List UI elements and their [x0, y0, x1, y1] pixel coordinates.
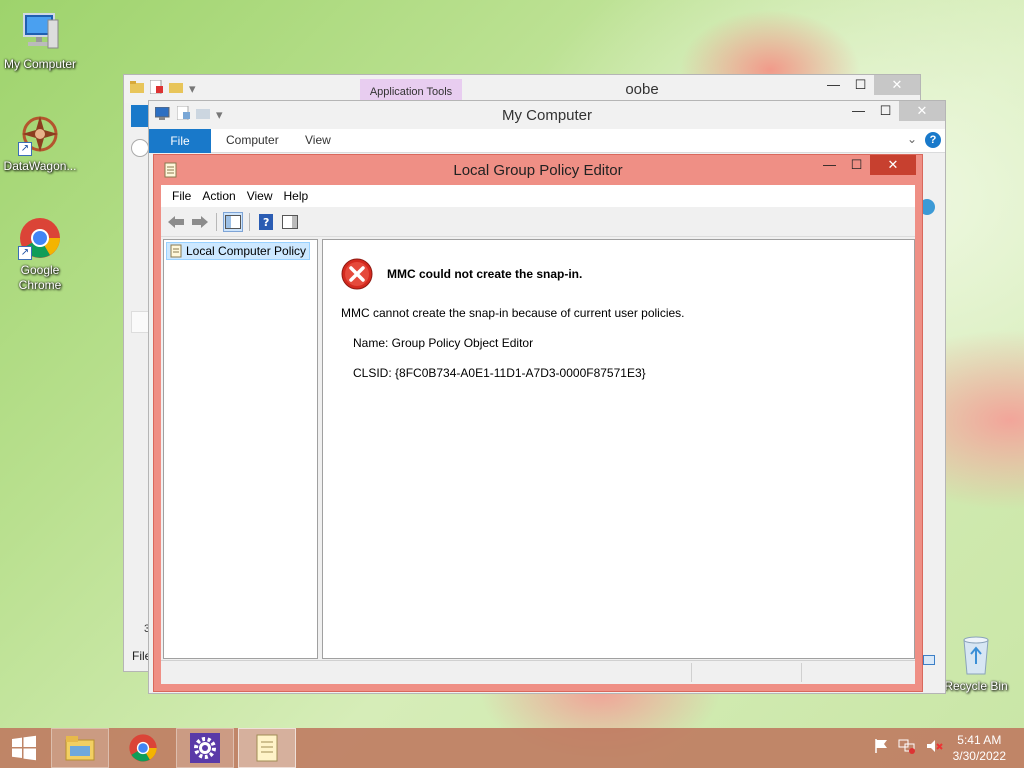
- tab-view[interactable]: View: [305, 133, 331, 147]
- maximize-button[interactable]: ☐: [872, 101, 899, 121]
- toolbar-separator: [216, 212, 217, 231]
- close-button[interactable]: ✕: [870, 155, 916, 175]
- back-arrow-icon[interactable]: [166, 212, 186, 232]
- window-controls: — ☐ ✕: [820, 75, 920, 96]
- window-title: oobe: [625, 81, 659, 98]
- error-name-line: Name: Group Policy Object Editor: [353, 336, 534, 350]
- status-divider: [691, 663, 692, 682]
- menu-action[interactable]: Action: [202, 189, 235, 203]
- clock-date: 3/30/2022: [952, 749, 1006, 763]
- tab-file[interactable]: File: [149, 129, 211, 153]
- details-view-icon[interactable]: [923, 655, 935, 665]
- tree-item-local-computer-policy[interactable]: Local Computer Policy: [166, 242, 311, 260]
- desktop-icon-label: Google Chrome: [18, 263, 62, 292]
- show-hide-console-tree-icon[interactable]: [223, 211, 243, 232]
- gear-icon: [190, 733, 220, 763]
- desktop-icon-my-computer[interactable]: My Computer: [0, 10, 80, 72]
- desktop-icon-label: Recycle Bin: [944, 679, 1008, 693]
- menu-view[interactable]: View: [247, 189, 273, 203]
- close-button[interactable]: ✕: [874, 75, 920, 95]
- toolbar: ?: [161, 207, 915, 237]
- desktop-icon-label: DataWagon...: [3, 159, 77, 173]
- menu-bar: File Action View Help: [161, 185, 915, 207]
- taskbar-settings[interactable]: [176, 728, 234, 768]
- ribbon-tabs: File Computer View ⌄ ?: [149, 129, 945, 153]
- forward-arrow-icon[interactable]: [190, 212, 210, 232]
- computer-icon: [18, 10, 62, 54]
- desktop-icon-datawagon[interactable]: ↗ DataWagon...: [0, 112, 80, 174]
- window-controls: — ☐ ✕: [816, 155, 916, 175]
- help-icon[interactable]: ?: [925, 132, 941, 148]
- result-pane: MMC could not create the snap-in. MMC ca…: [322, 239, 915, 659]
- window-controls: — ☐ ✕: [845, 101, 945, 122]
- windows-logo-icon: [12, 735, 36, 761]
- console-tree[interactable]: Local Computer Policy: [163, 239, 318, 659]
- maximize-button[interactable]: ☐: [843, 155, 870, 175]
- window-title: Local Group Policy Editor: [453, 162, 623, 179]
- file-explorer-icon: [65, 736, 95, 761]
- policy-doc-icon: [170, 244, 182, 258]
- system-tray: [874, 738, 944, 757]
- tab-computer[interactable]: Computer: [226, 133, 279, 147]
- start-button[interactable]: [0, 728, 48, 768]
- minimize-button[interactable]: —: [820, 75, 847, 95]
- help-book-icon[interactable]: ?: [256, 212, 276, 232]
- group-policy-editor-window[interactable]: Local Group Policy Editor — ☐ ✕ File Act…: [153, 154, 923, 692]
- tree-item-label: Local Computer Policy: [186, 244, 307, 258]
- volume-muted-icon[interactable]: [926, 738, 944, 757]
- policy-doc-icon: [256, 734, 278, 762]
- minimize-button[interactable]: —: [845, 101, 872, 121]
- window-title: My Computer: [501, 107, 593, 124]
- chrome-icon: ↗: [18, 216, 62, 260]
- clock[interactable]: 5:41 AM 3/30/2022: [953, 732, 1006, 764]
- maximize-button[interactable]: ☐: [847, 75, 874, 95]
- error-title: MMC could not create the snap-in.: [387, 267, 583, 281]
- error-message: MMC cannot create the snap-in because of…: [341, 306, 685, 320]
- status-divider: [801, 663, 802, 682]
- desktop-icon-label: My Computer: [3, 57, 77, 71]
- ribbon-expand-icon[interactable]: ⌄: [907, 132, 917, 146]
- datawagon-icon: ↗: [18, 112, 62, 156]
- action-center-flag-icon[interactable]: [874, 738, 888, 757]
- desktop-icon-recycle-bin[interactable]: Recycle Bin: [936, 632, 1016, 694]
- close-button[interactable]: ✕: [899, 101, 945, 121]
- taskbar-group-policy-editor[interactable]: [238, 728, 296, 768]
- minimize-button[interactable]: —: [816, 155, 843, 175]
- network-icon[interactable]: [898, 738, 916, 757]
- back-button[interactable]: [131, 139, 149, 157]
- my-computer-titlebar[interactable]: ▾ My Computer — ☐ ✕: [149, 101, 945, 129]
- gpe-client-area: File Action View Help ? Local Computer P…: [161, 185, 915, 684]
- status-bar: [161, 660, 915, 684]
- taskbar: 5:41 AM 3/30/2022: [0, 728, 1024, 768]
- error-clsid-line: CLSID: {8FC0B734-A0E1-11D1-A7D3-0000F875…: [353, 366, 646, 380]
- desktop-icon-google-chrome[interactable]: ↗ Google Chrome: [0, 216, 80, 293]
- svg-text:?: ?: [263, 216, 269, 229]
- error-header: MMC could not create the snap-in.: [341, 258, 582, 290]
- gpe-titlebar[interactable]: Local Group Policy Editor — ☐ ✕: [154, 155, 922, 185]
- show-hide-action-pane-icon[interactable]: [280, 212, 300, 232]
- chrome-icon: [129, 734, 157, 762]
- taskbar-chrome[interactable]: [114, 728, 172, 768]
- taskbar-file-explorer[interactable]: [51, 728, 109, 768]
- oobe-titlebar[interactable]: ▾ Application Tools oobe — ☐ ✕: [124, 75, 920, 103]
- shortcut-arrow-icon: ↗: [18, 142, 32, 156]
- menu-file[interactable]: File: [172, 189, 191, 203]
- recycle-bin-icon: [954, 632, 998, 676]
- clock-time: 5:41 AM: [957, 733, 1002, 747]
- error-icon: [341, 258, 373, 290]
- toolbar-separator: [249, 212, 250, 231]
- shortcut-arrow-icon: ↗: [18, 246, 32, 260]
- menu-help[interactable]: Help: [284, 189, 309, 203]
